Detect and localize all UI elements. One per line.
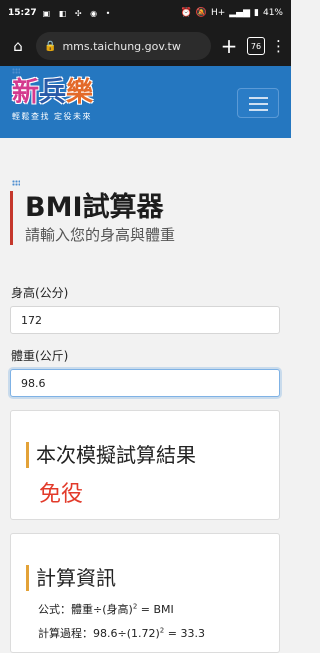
notification-icons: ▣ ◧ ✣ ◉ • bbox=[42, 8, 114, 18]
battery-icon: ▮ bbox=[254, 8, 259, 18]
height-label: 身高(公分) bbox=[11, 286, 69, 300]
decor-dots bbox=[12, 180, 20, 186]
logo-char-1: 新 bbox=[12, 77, 39, 108]
site-header: 新 兵 樂 輕鬆查找 定役未來 bbox=[0, 66, 291, 138]
home-icon[interactable]: ⌂ bbox=[6, 37, 30, 55]
result-value: 免役 bbox=[39, 482, 84, 507]
height-input[interactable]: 172 bbox=[10, 306, 280, 334]
result-card: 本次模擬試算結果 免役 bbox=[10, 410, 280, 520]
signal-icon: ▂▄▆ bbox=[229, 8, 251, 18]
battery-percent: 41% bbox=[262, 8, 283, 18]
page-subtitle: 請輸入您的身高與體重 bbox=[25, 226, 176, 244]
tab-switcher-button[interactable]: 76 bbox=[247, 37, 265, 55]
site-logo[interactable]: 新 兵 樂 輕鬆查找 定役未來 bbox=[12, 78, 93, 122]
status-time: 15:27 bbox=[8, 8, 37, 18]
logo-char-2: 兵 bbox=[39, 77, 66, 108]
more-menu-icon[interactable]: ⋮ bbox=[271, 37, 286, 55]
page-title-block: BMI試算器 請輸入您的身高與體重 bbox=[10, 191, 175, 245]
network-label: H+ bbox=[210, 8, 226, 18]
weight-input[interactable]: 98.6 bbox=[10, 369, 280, 397]
result-title: 本次模擬試算結果 bbox=[26, 442, 196, 468]
lock-icon[interactable]: 🔒 bbox=[44, 41, 56, 52]
logo-slogan: 輕鬆查找 定役未來 bbox=[12, 112, 93, 121]
calc-info-title: 計算資訊 bbox=[26, 565, 116, 591]
address-bar[interactable]: 🔒 mms.taichung.gov.tw bbox=[36, 32, 211, 60]
menu-toggle-button[interactable] bbox=[237, 88, 279, 118]
calc-process-text: 計算過程：98.6÷(1.72)2 = 33.3 bbox=[38, 626, 205, 640]
hamburger-line bbox=[249, 103, 268, 105]
decor-dots bbox=[12, 68, 20, 74]
mute-icon: 🔕 bbox=[195, 8, 207, 18]
browser-toolbar: ⌂ 🔒 mms.taichung.gov.tw + 76 ⋮ bbox=[0, 26, 291, 66]
alarm-icon: ⏰ bbox=[180, 8, 192, 18]
page-title: BMI試算器 bbox=[25, 192, 164, 223]
status-right: ⏰ 🔕 H+ ▂▄▆ ▮ 41% bbox=[181, 8, 283, 18]
hamburger-line bbox=[249, 97, 268, 99]
formula-text: 公式：體重÷(身高)2 = BMI bbox=[38, 602, 174, 616]
hamburger-line bbox=[249, 109, 268, 111]
status-bar: 15:27 ▣ ◧ ✣ ◉ • ⏰ 🔕 H+ ▂▄▆ ▮ 41% bbox=[0, 0, 291, 26]
url-text: mms.taichung.gov.tw bbox=[62, 39, 181, 53]
new-tab-icon[interactable]: + bbox=[217, 34, 241, 58]
weight-label: 體重(公斤) bbox=[11, 349, 69, 363]
logo-char-3: 樂 bbox=[66, 77, 93, 108]
